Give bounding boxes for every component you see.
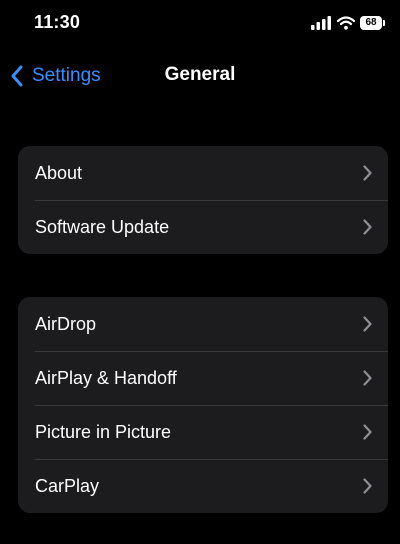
settings-group-general-info: About Software Update: [18, 146, 388, 254]
chevron-right-icon: [363, 370, 372, 386]
row-label: About: [35, 162, 83, 183]
battery-level: 68: [365, 17, 377, 28]
settings-row-software-update[interactable]: Software Update: [18, 200, 388, 254]
page-title: General: [164, 64, 236, 85]
wifi-icon: [337, 16, 355, 30]
settings-group-connectivity: AirDrop AirPlay & Handoff Picture in Pic…: [18, 297, 388, 513]
chevron-right-icon: [363, 424, 372, 440]
battery-icon: 68: [360, 16, 385, 30]
row-label: Picture in Picture: [35, 421, 172, 442]
settings-row-about[interactable]: About: [18, 146, 388, 200]
chevron-right-icon: [363, 316, 372, 332]
chevron-right-icon: [363, 165, 372, 181]
settings-row-airdrop[interactable]: AirDrop: [18, 297, 388, 351]
status-time: 11:30: [34, 12, 81, 32]
settings-row-picture-in-picture[interactable]: Picture in Picture: [18, 405, 388, 459]
signal-bars-icon: [311, 16, 331, 30]
settings-row-carplay[interactable]: CarPlay: [18, 459, 388, 513]
settings-row-airplay-handoff[interactable]: AirPlay & Handoff: [18, 351, 388, 405]
row-label: AirPlay & Handoff: [35, 367, 177, 388]
settings-screen: 11:30 68 Settings General About Software…: [0, 0, 400, 544]
status-bar: 11:30 68: [0, 0, 400, 48]
row-label: Software Update: [35, 216, 170, 237]
status-icons: 68: [311, 14, 385, 32]
chevron-right-icon: [363, 219, 372, 235]
chevron-right-icon: [363, 478, 372, 494]
navigation-bar: Settings General: [0, 56, 400, 96]
row-label: AirDrop: [35, 313, 97, 334]
row-label: CarPlay: [35, 475, 100, 496]
